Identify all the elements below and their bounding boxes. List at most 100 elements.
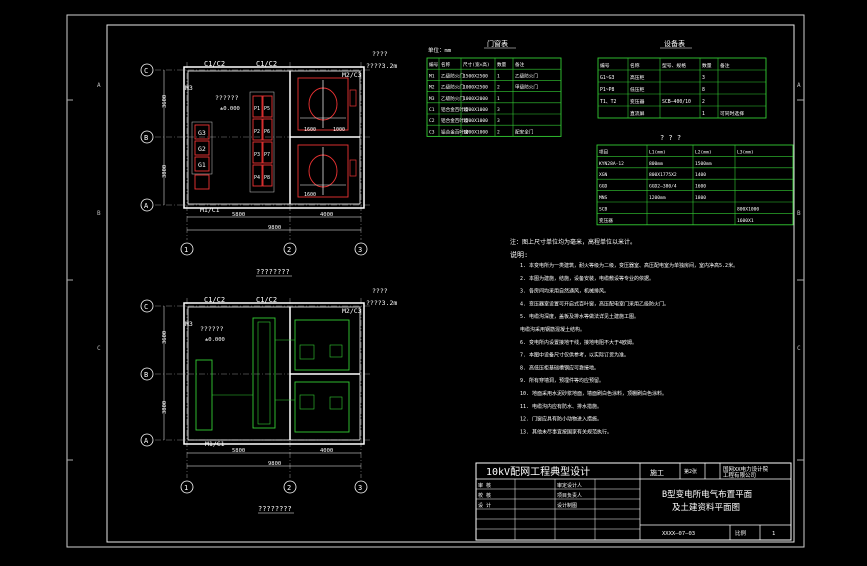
table-cell: 乙级防火门 xyxy=(515,72,538,79)
bot-c1c2-a: C1/C2 xyxy=(204,296,225,304)
cad-drawing: A B C A B C G3 G2 G1 P1P2P3P4P5P6P7P8 16… xyxy=(66,14,805,548)
table-cell: 1 xyxy=(497,96,500,102)
small-table-title: ? ? ? xyxy=(660,134,681,142)
table-cell: 800X1775X2 xyxy=(649,172,677,178)
table-header-cell: 型号、规格 xyxy=(662,62,686,69)
plan-bottom: C1/C2 C1/C2 M3 M1/C1 ?????? ±0.000 M2/C3… xyxy=(140,287,397,514)
top-axis-c: C xyxy=(144,67,148,75)
note-item: 6. 变电所内设置接地干线，接地电阻不大于4欧姆。 xyxy=(520,339,637,346)
table-cell: 800X1000 xyxy=(737,206,759,212)
table-header-cell: 尺寸(宽×高) xyxy=(463,61,490,68)
dim-1600-b: 1600 xyxy=(304,192,316,198)
table-cell: 1600X1 xyxy=(737,218,754,224)
note-item: 3. 各房间均采用自然通风，机械排风。 xyxy=(520,288,609,295)
table-header-cell: 编号 xyxy=(600,62,610,69)
tb-phase: 施工 xyxy=(650,468,664,477)
tb-no: 第2张 xyxy=(684,468,697,475)
table-header-cell: L3(mm) xyxy=(737,149,754,155)
table-cell: 配安全门 xyxy=(515,128,534,135)
cabinet-label: P2 xyxy=(254,129,260,135)
tb-role2-1: 项目负责人 xyxy=(557,492,582,499)
table-cell: M1 xyxy=(429,73,435,79)
table-cell: KYN28A-12 xyxy=(599,161,624,167)
small-table: ? ? ? 项目 L1(mm) L2(mm) L3(mm) KYN28A-12 800mm… xyxy=(596,134,794,226)
frame-row-c: C xyxy=(97,345,101,352)
tb-sheet-no: 1 xyxy=(772,531,775,537)
tb-project: 10kV配网工程典型设计 xyxy=(486,465,590,478)
table-cell: 乙级防火门 xyxy=(441,72,464,79)
table-header-cell: 数量 xyxy=(497,61,507,68)
table-header-cell: L1(mm) xyxy=(649,149,666,155)
top-dim-total: 9800 xyxy=(268,225,281,231)
table-cell: SCB—400/10 xyxy=(662,99,691,105)
top-dim-left: 5800 xyxy=(232,212,245,218)
table-cell: 3 xyxy=(497,118,500,124)
table-header-cell: 数量 xyxy=(702,62,712,69)
tb-sheet-label: 比例 xyxy=(735,529,747,537)
tb-title1: B型变电所电气布置平面 xyxy=(662,489,753,500)
frame-row-a: A xyxy=(97,82,101,89)
table-header-cell: 项目 xyxy=(599,149,608,155)
note-item: 12. 门窗应具有防小动物进入措施。 xyxy=(520,416,602,423)
bot-qq: ???? xyxy=(372,287,388,295)
table-cell: G1~G3 xyxy=(600,75,615,81)
bot-dim-v1: 3600 xyxy=(162,331,168,344)
table-cell: 1000X2500 xyxy=(463,85,488,91)
table-cell: 甲级防火门 xyxy=(515,84,538,91)
dim-1000-a: 1000 xyxy=(333,127,345,133)
top-qq-level: ????3.2m xyxy=(366,62,397,70)
table-cell: M2 xyxy=(429,85,435,91)
bot-dim-left: 5800 xyxy=(232,448,245,454)
table-header-cell: L2(mm) xyxy=(695,149,712,155)
table-cell: 高压柜 xyxy=(630,74,645,81)
cabinet-label: P8 xyxy=(264,175,270,181)
note-item: 4. 变压器室设置可开启式百叶窗，高压配电室门采用乙级防火门。 xyxy=(520,300,669,307)
table-cell: 1800 xyxy=(695,195,706,201)
equip-table-title: 设备表 xyxy=(664,39,685,48)
top-axis-1: 1 xyxy=(184,246,188,254)
note-item: 11. 电缆沟内应有防水、排水措施。 xyxy=(520,403,602,410)
note-item: 1. 本变电所为一类建筑，耐火等级为二级，变压器室、高压配电室为单独房间，室内净… xyxy=(520,262,738,269)
tb-title2: 及土建资料平面图 xyxy=(672,502,740,513)
top-dim-v2: 3800 xyxy=(162,165,168,178)
table-cell: 3 xyxy=(702,75,705,81)
note-item: 5. 电缆沟深度，盖板及排水等做法详见土建施工图。 xyxy=(520,313,639,320)
table-cell: GGD2—380/4 xyxy=(649,184,677,190)
bot-plan-title: ???????? xyxy=(258,505,292,513)
dim-1600-a: 1600 xyxy=(304,127,316,133)
bot-room-label: ?????? xyxy=(200,325,224,333)
frame-row-b: B xyxy=(97,210,101,217)
note-item: 电缆沟采用钢筋混凝土结构。 xyxy=(520,326,585,333)
top-axis-3: 3 xyxy=(358,246,362,254)
table-header-cell: 编号 xyxy=(429,61,439,68)
top-room-label: ?????? xyxy=(215,94,239,102)
table-cell: C3 xyxy=(429,129,435,135)
cab-g3: G3 xyxy=(198,129,206,137)
top-axis-2: 2 xyxy=(287,246,291,254)
note-item: 10. 地面采用水泥砂浆地面，墙面刷白色涂料，顶棚刷白色涂料。 xyxy=(520,390,667,397)
cabinet-label: P4 xyxy=(254,175,260,181)
table-cell: 1600 xyxy=(695,184,706,190)
note-item: 9. 所有穿墙洞，预埋件等均应预留。 xyxy=(520,377,604,384)
table-cell: 乙级防火门 xyxy=(441,84,464,91)
note-item: 8. 高低压柜基础槽钢应可靠接地。 xyxy=(520,364,599,371)
top-m3: M3 xyxy=(185,84,193,92)
bot-dim-right: 4000 xyxy=(320,448,333,454)
tb-role-2: 设 计 xyxy=(478,502,491,509)
notes: 注：图上尺寸单位均为毫米，高程单位以米计。 说明: 1. 本变电所为一类建筑，耐… xyxy=(510,238,738,435)
drawing-sheet: A B C A B C G3 G2 G1 P1 P2 P3 P4 P5 P6 P7 P8 xyxy=(0,0,867,562)
table-cell: 可同时选择 xyxy=(720,110,744,117)
table-cell: 1500mm xyxy=(695,161,712,167)
table-cell: 1000X2000 xyxy=(463,96,488,102)
top-c1c2-a: C1/C2 xyxy=(204,60,225,68)
tb-company2: 工程有限公司 xyxy=(723,471,756,479)
cab-g2: G2 xyxy=(198,145,206,153)
top-level: ±0.000 xyxy=(220,106,240,112)
table-cell: 变压器 xyxy=(630,98,645,105)
tb-role2-2: 设计制图 xyxy=(557,502,577,509)
cabinet-label: P7 xyxy=(264,152,270,158)
tb-role-0: 审 核 xyxy=(478,482,491,489)
table-header-cell: 备注 xyxy=(515,61,525,68)
table-cell: 2 xyxy=(702,99,705,105)
table-cell: 直流屏 xyxy=(630,110,645,117)
